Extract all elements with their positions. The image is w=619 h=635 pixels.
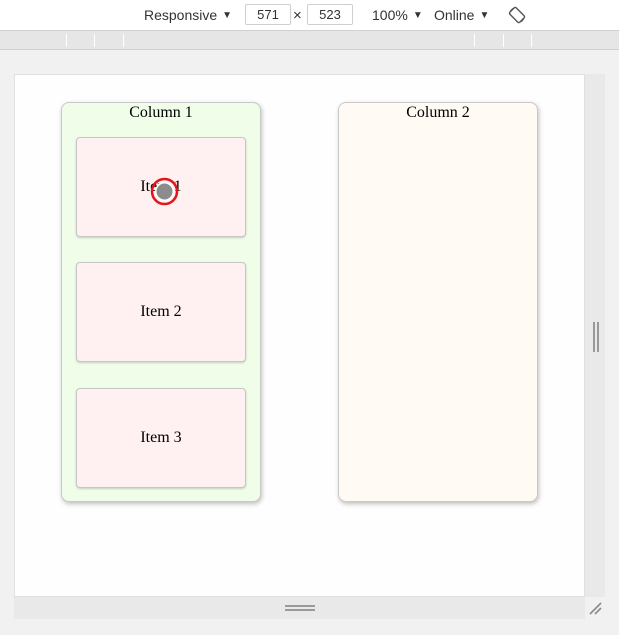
bottom-resize-handle[interactable] xyxy=(285,605,315,611)
right-resize-handle[interactable] xyxy=(593,322,599,352)
device-select-label: Responsive xyxy=(144,7,218,23)
column-2: Column 2 xyxy=(338,102,538,502)
rotate-icon[interactable] xyxy=(508,6,526,24)
chevron-down-icon: ▼ xyxy=(222,9,233,21)
throttle-select[interactable]: Online ▼ xyxy=(434,7,489,23)
column-title: Column 2 xyxy=(406,104,470,121)
draggable-card[interactable]: Item 3 xyxy=(76,388,246,488)
device-select[interactable]: Responsive ▼ xyxy=(144,7,232,23)
draggable-card[interactable]: Item 2 xyxy=(76,262,246,362)
chevron-down-icon: ▼ xyxy=(479,9,490,21)
media-query-bar[interactable] xyxy=(0,31,619,50)
chevron-down-icon: ▼ xyxy=(412,9,423,21)
column-title: Column 1 xyxy=(129,104,193,121)
resize-corner-icon[interactable] xyxy=(587,600,603,616)
zoom-select[interactable]: 100% ▼ xyxy=(372,7,423,23)
column-1: Column 1 Item 1 Item 2 Item 3 xyxy=(61,102,261,502)
dimension-separator: × xyxy=(293,7,302,24)
width-input[interactable] xyxy=(245,4,291,25)
throttle-select-label: Online xyxy=(434,7,475,23)
device-toolbar: Responsive ▼ × 100% ▼ Online ▼ xyxy=(0,0,619,31)
zoom-select-label: 100% xyxy=(372,7,408,23)
height-input[interactable] xyxy=(307,4,353,25)
touch-cursor-icon xyxy=(150,177,179,206)
